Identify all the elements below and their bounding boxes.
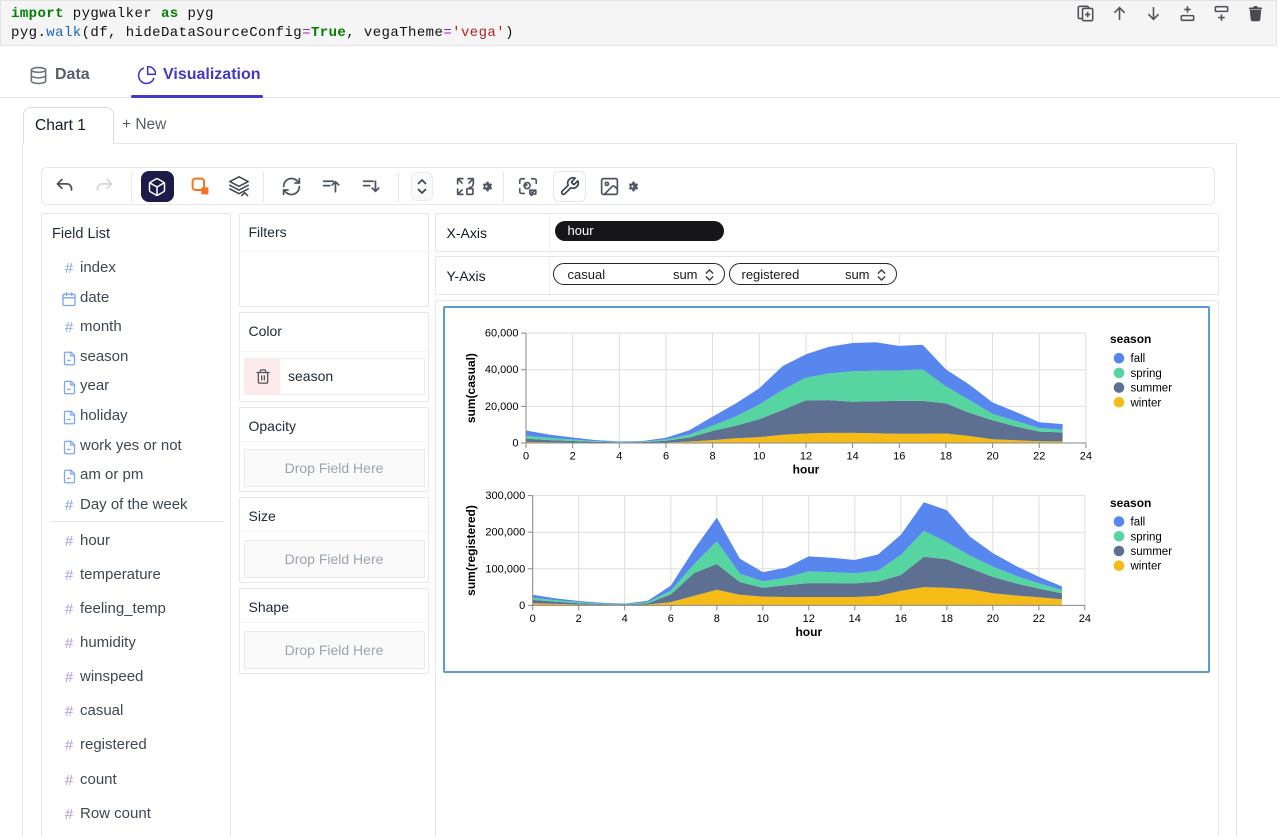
svg-text:14: 14 (849, 612, 861, 624)
svg-text:0: 0 (519, 599, 525, 611)
svg-text:summer: summer (1131, 546, 1173, 558)
svg-text:24: 24 (1080, 450, 1092, 462)
svg-text:40,000: 40,000 (485, 364, 519, 376)
svg-text:200,000: 200,000 (485, 526, 525, 538)
svg-text:20: 20 (986, 450, 998, 462)
svg-text:winter: winter (1130, 397, 1162, 409)
svg-text:18: 18 (940, 450, 952, 462)
svg-text:12: 12 (803, 612, 815, 624)
svg-text:16: 16 (895, 612, 907, 624)
svg-text:0: 0 (512, 437, 518, 449)
svg-text:season: season (1110, 495, 1151, 509)
svg-text:24: 24 (1079, 612, 1091, 624)
svg-text:10: 10 (753, 450, 765, 462)
svg-text:6: 6 (663, 450, 669, 462)
svg-text:20: 20 (987, 612, 999, 624)
svg-text:60,000: 60,000 (485, 327, 519, 339)
svg-text:fall: fall (1131, 353, 1146, 365)
svg-text:100,000: 100,000 (485, 563, 525, 575)
svg-text:18: 18 (941, 612, 953, 624)
svg-text:sum(registered): sum(registered) (464, 505, 478, 596)
svg-text:summer: summer (1131, 382, 1173, 394)
svg-text:0: 0 (530, 612, 536, 624)
svg-text:winter: winter (1130, 560, 1162, 572)
svg-text:2: 2 (576, 612, 582, 624)
svg-text:hour: hour (793, 462, 820, 476)
svg-text:6: 6 (668, 612, 674, 624)
svg-text:2: 2 (570, 450, 576, 462)
svg-text:4: 4 (616, 450, 622, 462)
svg-text:fall: fall (1131, 516, 1146, 528)
svg-text:spring: spring (1131, 367, 1162, 379)
svg-text:22: 22 (1033, 612, 1045, 624)
svg-text:16: 16 (893, 450, 905, 462)
svg-text:8: 8 (714, 612, 720, 624)
svg-text:22: 22 (1033, 450, 1045, 462)
svg-text:300,000: 300,000 (485, 490, 525, 502)
svg-text:20,000: 20,000 (485, 400, 519, 412)
svg-text:8: 8 (710, 450, 716, 462)
svg-text:12: 12 (800, 450, 812, 462)
svg-text:hour: hour (795, 624, 822, 638)
svg-text:10: 10 (757, 612, 769, 624)
svg-text:spring: spring (1131, 531, 1162, 543)
svg-text:14: 14 (846, 450, 858, 462)
svg-text:0: 0 (523, 450, 529, 462)
svg-text:4: 4 (622, 612, 628, 624)
svg-text:season: season (1110, 332, 1151, 346)
svg-text:sum(casual): sum(casual) (464, 353, 478, 423)
